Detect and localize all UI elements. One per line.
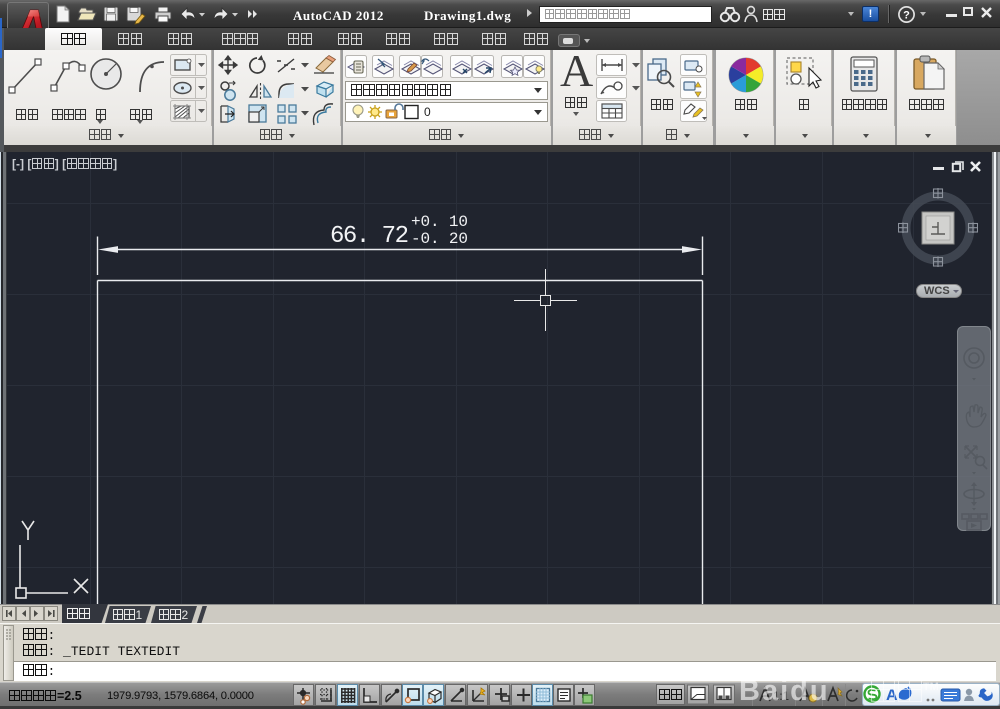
svg-text:-0. 20: -0. 20	[411, 230, 468, 248]
svg-text:+0. 10: +0. 10	[411, 213, 468, 231]
svg-text:66. 72: 66. 72	[330, 223, 409, 250]
svg-text:?: ?	[903, 10, 910, 22]
svg-text:0: 0	[424, 105, 431, 119]
